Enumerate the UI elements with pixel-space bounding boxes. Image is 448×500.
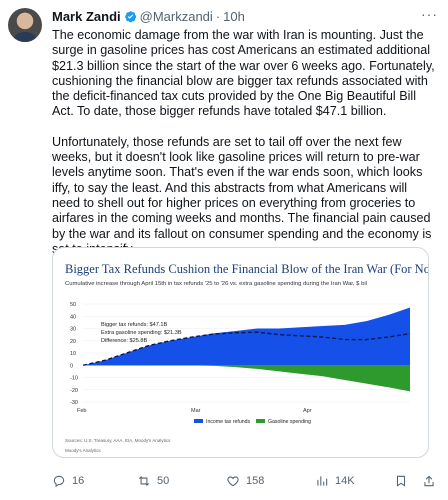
chart-credit: Moody's Analytics <box>65 448 101 453</box>
y-tick-label: 40 <box>70 314 76 320</box>
x-tick-label: Apr <box>303 408 312 414</box>
repost-button[interactable]: 50 <box>137 474 169 488</box>
heart-icon <box>227 476 239 487</box>
y-tick-label: -10 <box>70 376 78 382</box>
tweet-paragraph: The economic damage from the war with Ir… <box>52 28 435 119</box>
legend-label: Income tax refunds <box>206 419 251 425</box>
reply-icon <box>53 475 65 488</box>
tweet-text: The economic damage from the war with Ir… <box>52 28 438 257</box>
share-icon <box>424 475 434 487</box>
legend-label: Gasoline spending <box>268 419 311 425</box>
chart-sources: Sources: U.S. Treasury, AAA, EIA, Moody'… <box>65 438 171 443</box>
repost-icon <box>138 476 150 486</box>
reply-count: 16 <box>72 475 85 487</box>
legend-swatch <box>194 419 203 423</box>
bookmark-button[interactable] <box>394 474 408 488</box>
views-button[interactable]: 14K <box>315 474 355 488</box>
bookmark-icon <box>396 475 406 487</box>
chart-annotation: Bigger tax refunds: $47.1B <box>101 322 168 328</box>
author-avatar[interactable] <box>8 8 42 42</box>
more-options-icon[interactable]: ··· <box>421 6 438 22</box>
y-tick-label: -20 <box>70 388 78 394</box>
tweet-actions: 16 50 158 14K <box>52 474 438 490</box>
gasoline-area <box>83 365 410 392</box>
header-separator: · <box>215 9 221 24</box>
chart-image-card[interactable]: Bigger Tax Refunds Cushion the Financial… <box>52 247 429 458</box>
chart-plot: 50 40 30 20 10 0 -10 -20 -30 Bigger tax refunds: … <box>70 302 411 425</box>
view-count: 14K <box>335 475 355 487</box>
views-chart-icon <box>317 476 328 486</box>
author-name[interactable]: Mark Zandi <box>52 9 121 24</box>
chart-annotation: Difference: $25.8B <box>101 338 147 344</box>
legend-swatch <box>256 419 265 423</box>
chart-annotation: Extra gasoline spending: $21.3B <box>101 330 182 336</box>
author-handle[interactable]: @Markzandi <box>140 9 213 24</box>
x-tick-label: Feb <box>77 408 86 414</box>
verified-badge-icon <box>124 11 136 23</box>
y-tick-label: 50 <box>70 302 76 308</box>
y-tick-label: -30 <box>70 400 78 406</box>
y-tick-label: 30 <box>70 327 76 333</box>
y-tick-label: 20 <box>70 339 76 345</box>
y-tick-label: 0 <box>70 363 73 369</box>
share-button[interactable] <box>422 474 436 488</box>
x-tick-label: Mar <box>191 408 201 414</box>
tweet-paragraph: Unfortunately, those refunds are set to … <box>52 134 432 256</box>
reply-button[interactable]: 16 <box>52 474 84 488</box>
tweet-timestamp[interactable]: 10h <box>223 9 245 24</box>
like-count: 158 <box>246 475 265 487</box>
y-tick-label: 10 <box>70 351 76 357</box>
repost-count: 50 <box>157 475 170 487</box>
like-button[interactable]: 158 <box>226 474 264 488</box>
tweet-header: Mark Zandi @Markzandi · 10h <box>52 9 245 24</box>
